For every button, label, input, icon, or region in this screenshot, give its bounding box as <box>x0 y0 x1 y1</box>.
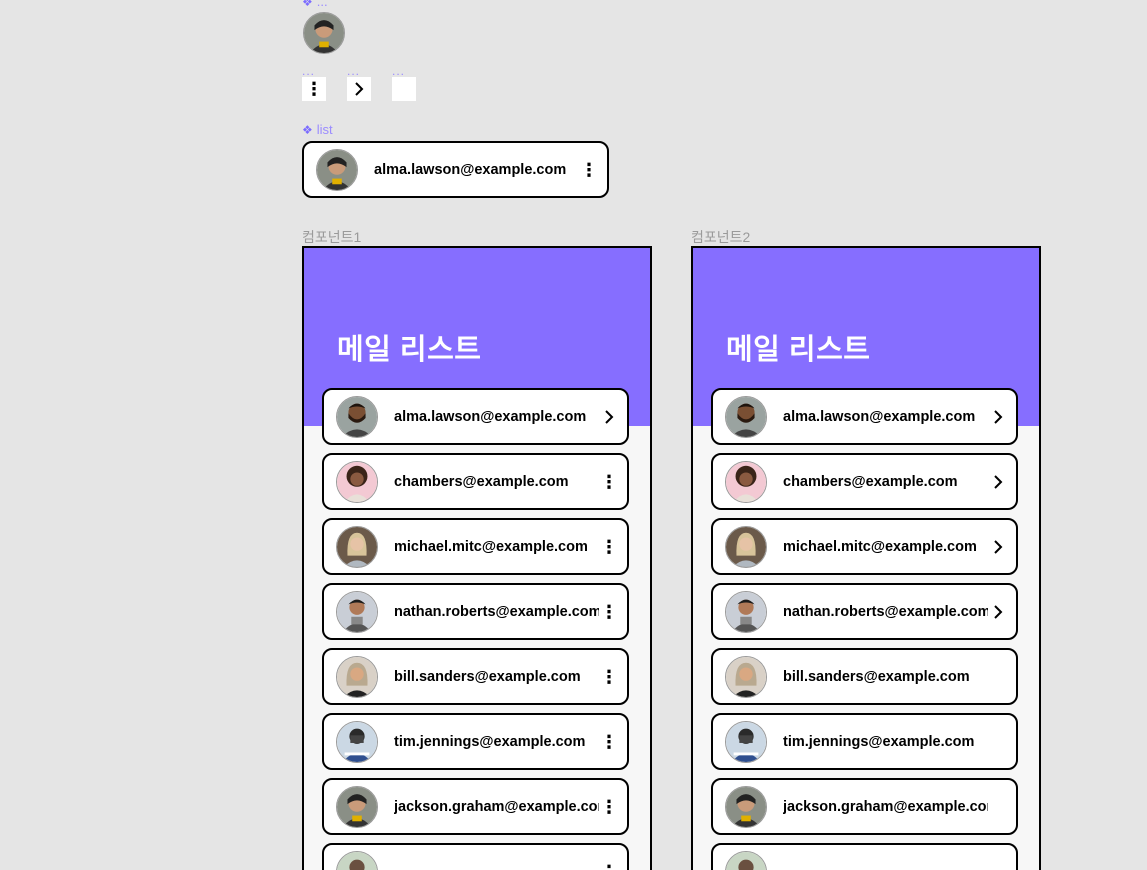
kebab-component-label: ... <box>302 64 316 78</box>
list-item[interactable]: tim.jennings@example.com <box>711 713 1018 770</box>
kebab-menu-icon[interactable]: ⋮ <box>599 668 619 686</box>
email-text: alma.lawson@example.com <box>783 408 976 425</box>
avatar <box>316 148 358 191</box>
list-item[interactable]: michael.mitc@example.com ⋮ <box>322 518 629 575</box>
list-item[interactable]: bill.sanders@example.com <box>711 648 1018 705</box>
chevron-right-icon[interactable] <box>988 474 1008 490</box>
chevron-right-icon[interactable] <box>988 604 1008 620</box>
mail-list-screen-2: 메일 리스트 alma.lawson@example.com chambers@e… <box>691 246 1041 870</box>
man-beard-icon <box>337 396 377 437</box>
avatar <box>336 395 378 438</box>
list-item[interactable]: chambers@example.com ⋮ <box>322 453 629 510</box>
woman-glasses-icon <box>317 149 357 190</box>
chevron-right-icon[interactable] <box>988 409 1008 425</box>
avatar <box>725 720 767 763</box>
component-icon: ❖ <box>302 0 313 9</box>
list-item[interactable]: michael.mitc@example.com <box>711 518 1018 575</box>
avatar <box>725 785 767 828</box>
email-text: michael.mitc@example.com <box>783 538 977 555</box>
email-text: alma.lawson@example.com <box>394 408 587 425</box>
avatar-component-name: ... <box>316 0 328 9</box>
kebab-menu-icon[interactable]: ⋮ <box>599 473 619 491</box>
list-item[interactable]: chambers@example.com <box>711 453 1018 510</box>
list-item-preview[interactable]: alma.lawson@example.com ⋮ <box>302 141 609 198</box>
avatar-component-label: ❖ ... <box>302 0 328 9</box>
email-text: tim.jennings@example.com <box>394 733 586 750</box>
list-component-label: ❖ list <box>302 122 333 137</box>
avatar <box>725 590 767 633</box>
avatar <box>725 395 767 438</box>
list-item[interactable]: nathan.roberts@example.com ⋮ <box>322 583 629 640</box>
kebab-menu-icon[interactable]: ⋮ <box>302 77 326 101</box>
avatar <box>303 12 345 54</box>
chevron-right-icon[interactable] <box>988 539 1008 555</box>
man-scarf-icon <box>337 591 377 632</box>
list-item[interactable]: tim.jennings@example.com ⋮ <box>322 713 629 770</box>
woman-grey-hair-icon <box>337 656 377 697</box>
avatar <box>336 785 378 828</box>
email-text: bill.sanders@example.com <box>783 668 970 685</box>
email-text: bill.sanders@example.com <box>394 668 581 685</box>
email-text: michael.mitc@example.com <box>394 538 588 555</box>
avatar <box>336 590 378 633</box>
list-item[interactable]: alma.lawson@example.com <box>322 388 629 445</box>
avatar <box>725 525 767 568</box>
mail-list-screen-1: 메일 리스트 alma.lawson@example.com chambers@e… <box>302 246 652 870</box>
email-text: nathan.roberts@example.com <box>783 603 988 620</box>
kebab-menu-icon[interactable]: ⋮ <box>599 733 619 751</box>
avatar <box>336 655 378 698</box>
avatar <box>725 460 767 503</box>
chevron-component-label: ... <box>347 64 361 78</box>
list-item[interactable]: jackson.graham@example.con ⋮ <box>322 778 629 835</box>
woman-glasses-icon <box>304 13 344 53</box>
list-item[interactable]: jackson.graham@example.con <box>711 778 1018 835</box>
email-text: alma.lawson@example.com <box>374 161 567 178</box>
partial-icon <box>337 851 377 870</box>
email-text: jackson.graham@example.con <box>783 798 988 815</box>
woman-curly-pink-icon <box>337 461 377 502</box>
man-scarf-icon <box>726 591 766 632</box>
screen-title: 메일 리스트 <box>726 334 871 366</box>
list-item[interactable]: ⋮ <box>322 843 629 870</box>
kebab-menu-icon[interactable]: ⋮ <box>599 603 619 621</box>
chevron-right-icon[interactable] <box>599 409 619 425</box>
woman-curly-pink-icon <box>726 461 766 502</box>
partial-icon <box>726 851 766 870</box>
kebab-menu-icon[interactable]: ⋮ <box>599 863 619 870</box>
avatar <box>725 850 767 870</box>
avatar <box>725 655 767 698</box>
man-beard-icon <box>726 396 766 437</box>
woman-glasses-icon <box>337 786 377 827</box>
kebab-menu-icon[interactable]: ⋮ <box>579 161 599 179</box>
woman-grey-hair-icon <box>726 656 766 697</box>
email-text: nathan.roberts@example.com <box>394 603 599 620</box>
email-text: tim.jennings@example.com <box>783 733 975 750</box>
email-text: chambers@example.com <box>783 473 958 490</box>
email-text: jackson.graham@example.con <box>394 798 599 815</box>
woman-glasses-icon <box>726 786 766 827</box>
woman-blonde-icon <box>337 526 377 567</box>
list-item[interactable]: bill.sanders@example.com ⋮ <box>322 648 629 705</box>
empty-component-label: ... <box>392 64 406 78</box>
list-item[interactable]: alma.lawson@example.com <box>711 388 1018 445</box>
empty-slot <box>392 77 416 101</box>
kebab-menu-icon[interactable]: ⋮ <box>599 538 619 556</box>
list-item[interactable] <box>711 843 1018 870</box>
component-icon: ❖ <box>302 122 313 137</box>
avatar <box>336 525 378 568</box>
person-camera-icon <box>337 721 377 762</box>
avatar <box>336 460 378 503</box>
screen-title: 메일 리스트 <box>337 334 482 366</box>
list-item[interactable]: nathan.roberts@example.com <box>711 583 1018 640</box>
avatar <box>336 720 378 763</box>
frame-label-2: 컴포넌트2 <box>691 229 751 245</box>
frame-label-1: 컴포넌트1 <box>302 229 362 245</box>
woman-blonde-icon <box>726 526 766 567</box>
avatar <box>336 850 378 870</box>
chevron-right-icon[interactable] <box>347 77 371 101</box>
person-camera-icon <box>726 721 766 762</box>
list-component-name: list <box>316 122 333 137</box>
email-text: chambers@example.com <box>394 473 569 490</box>
kebab-menu-icon[interactable]: ⋮ <box>599 798 619 816</box>
